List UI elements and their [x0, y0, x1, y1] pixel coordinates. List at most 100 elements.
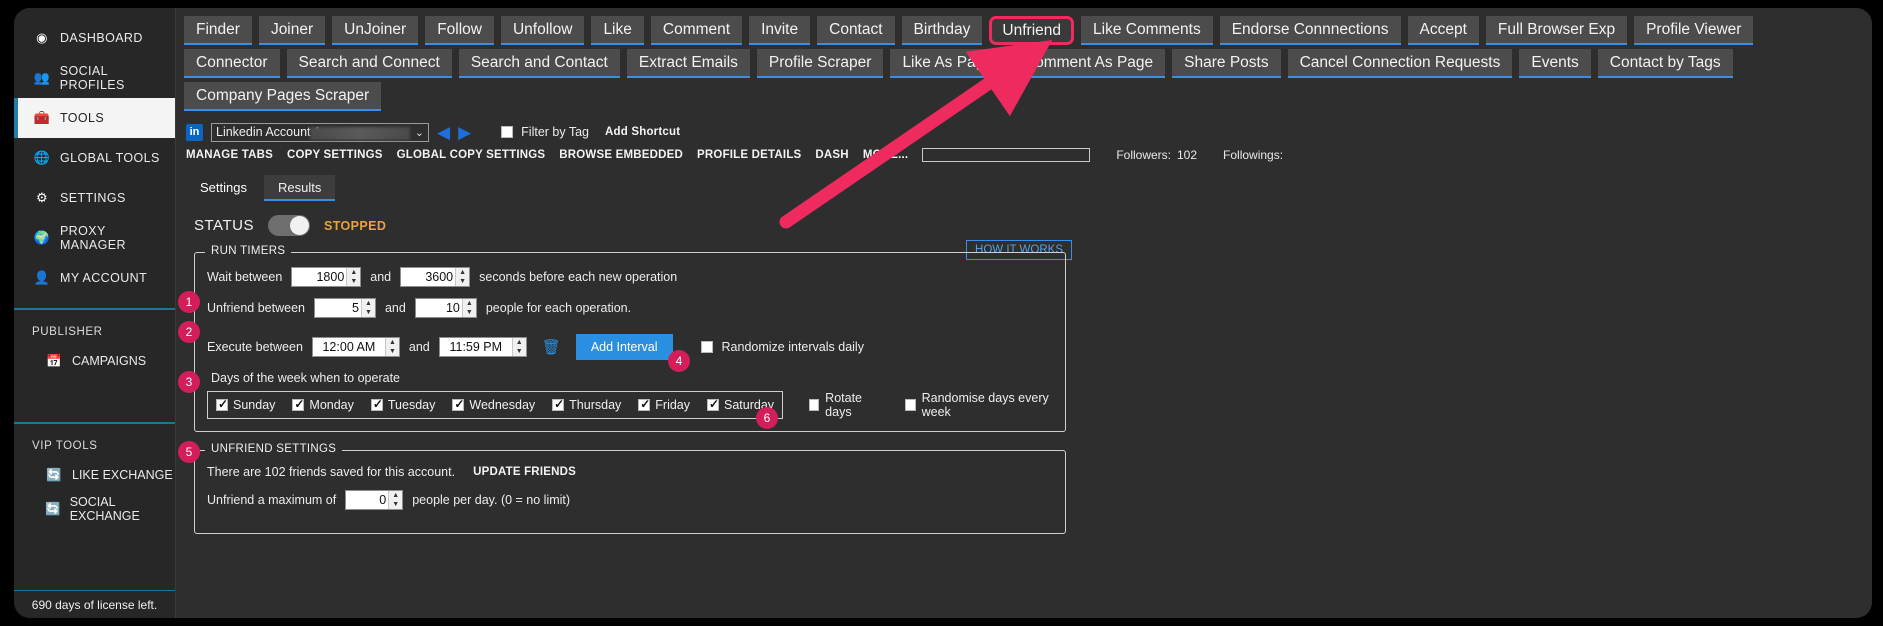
day-option-wednesday[interactable]: Wednesday: [452, 397, 535, 412]
add-interval-button[interactable]: Add Interval: [575, 334, 673, 360]
unfriend-min-stepper[interactable]: ▲▼: [313, 298, 376, 318]
globe-icon: 🌍: [33, 230, 51, 245]
day-option-sunday[interactable]: Sunday: [216, 397, 275, 412]
toolbar-link-manage-tabs[interactable]: MANAGE TABS: [186, 149, 273, 161]
unfriend-max-input[interactable]: [415, 299, 462, 317]
status-toggle[interactable]: [267, 215, 310, 236]
stepper-buttons[interactable]: ▲ ▼: [461, 299, 476, 317]
randomize-intervals-checkbox[interactable]: [700, 341, 713, 353]
max-unfriend-stepper[interactable]: ▲▼: [345, 490, 404, 510]
tool-tab-unfollow[interactable]: Unfollow: [500, 16, 585, 45]
tool-tab-unfriend[interactable]: Unfriend: [989, 16, 1075, 45]
tool-tab-endorse-connnections[interactable]: Endorse Connnections: [1219, 16, 1401, 45]
arrow-right-icon[interactable]: ▶: [458, 124, 471, 141]
update-friends-link[interactable]: UPDATE FRIENDS: [473, 466, 576, 478]
day-checkbox-saturday[interactable]: [707, 397, 719, 411]
day-option-tuesday[interactable]: Tuesday: [370, 397, 435, 412]
stepper-buttons[interactable]: ▲ ▼: [455, 268, 470, 286]
day-checkbox-friday[interactable]: [638, 397, 650, 411]
tab-settings[interactable]: Settings: [186, 175, 261, 201]
unfriend-max-stepper[interactable]: ▲▼: [414, 298, 477, 318]
sidebar-item-like-exchange[interactable]: 🔄 LIKE EXCHANGE: [14, 458, 175, 492]
rotate-days-option[interactable]: Rotate days: [809, 391, 879, 419]
execute-from-input[interactable]: [312, 338, 385, 356]
unfriend-min-input[interactable]: [314, 299, 361, 317]
account-select[interactable]: Linkedin Account 1 - ⌄: [211, 122, 429, 142]
wait-min-input[interactable]: [292, 268, 347, 286]
sidebar-item-my-account[interactable]: 👤 MY ACCOUNT: [14, 258, 175, 298]
tool-tab-like-as-page[interactable]: Like As Page: [890, 49, 1005, 78]
tool-tab-connector[interactable]: Connector: [184, 49, 280, 78]
toolbar-search-input[interactable]: [922, 148, 1091, 162]
day-checkbox-wednesday[interactable]: [452, 397, 464, 411]
tool-tab-joiner[interactable]: Joiner: [258, 16, 326, 45]
tool-tab-company-pages-scraper[interactable]: Company Pages Scraper: [184, 82, 382, 111]
tool-tab-invite[interactable]: Invite: [749, 16, 811, 45]
sidebar-item-global-tools[interactable]: 🌐 GLOBAL TOOLS: [14, 138, 175, 178]
toolbar-link-profile-details[interactable]: PROFILE DETAILS: [697, 149, 801, 161]
day-option-thursday[interactable]: Thursday: [552, 397, 621, 412]
sidebar-item-campaigns[interactable]: 📅 CAMPAIGNS: [14, 344, 175, 378]
tool-tab-profile-scraper[interactable]: Profile Scraper: [756, 49, 884, 78]
tool-tab-like-comments[interactable]: Like Comments: [1081, 16, 1213, 45]
tool-tab-search-and-connect[interactable]: Search and Connect: [286, 49, 452, 78]
day-checkbox-sunday[interactable]: [216, 397, 228, 411]
day-checkbox-thursday[interactable]: [552, 397, 564, 411]
sidebar-item-label: GLOBAL TOOLS: [60, 151, 160, 165]
sidebar-item-proxy-manager[interactable]: 🌍 PROXY MANAGER: [14, 218, 175, 258]
chevron-down-icon: ⌄: [414, 126, 424, 139]
max-unfriend-input[interactable]: [346, 491, 389, 509]
tool-tab-like[interactable]: Like: [591, 16, 644, 45]
gear-icon: ⚙: [35, 190, 49, 205]
execute-to-input[interactable]: [439, 338, 512, 356]
tool-tab-extract-emails[interactable]: Extract Emails: [626, 49, 750, 78]
tool-tab-contact-by-tags[interactable]: Contact by Tags: [1597, 49, 1733, 78]
tool-tab-comment-as-page[interactable]: Comment As Page: [1011, 49, 1166, 78]
filter-by-tag-checkbox[interactable]: [501, 126, 514, 138]
toolbar-link-dash[interactable]: DASH: [815, 149, 848, 161]
execute-from-stepper[interactable]: ▲▼: [311, 337, 400, 357]
sidebar-item-dashboard[interactable]: ◉ DASHBOARD: [14, 18, 175, 58]
tool-tab-cancel-connection-requests[interactable]: Cancel Connection Requests: [1287, 49, 1513, 78]
trash-icon[interactable]: 🗑: [542, 338, 561, 356]
day-option-monday[interactable]: Monday: [292, 397, 354, 412]
tool-tab-comment[interactable]: Comment: [650, 16, 743, 45]
tab-results[interactable]: Results: [263, 175, 336, 201]
add-shortcut-link[interactable]: Add Shortcut: [605, 126, 680, 138]
tool-tab-birthday[interactable]: Birthday: [901, 16, 983, 45]
tool-tab-search-and-contact[interactable]: Search and Contact: [458, 49, 620, 78]
wait-max-stepper[interactable]: ▲▼: [400, 267, 471, 287]
sidebar-item-tools[interactable]: 🧰 TOOLS: [14, 98, 175, 138]
tool-tab-accept[interactable]: Accept: [1407, 16, 1479, 45]
stepper-buttons[interactable]: ▲ ▼: [388, 491, 403, 509]
day-option-friday[interactable]: Friday: [638, 397, 690, 412]
randomise-week-option[interactable]: Randomise days every week: [905, 391, 1053, 419]
tool-tab-events[interactable]: Events: [1519, 49, 1591, 78]
tool-tab-finder[interactable]: Finder: [184, 16, 252, 45]
toolbar-link-more-[interactable]: MORE...: [863, 149, 909, 161]
tool-tab-share-posts[interactable]: Share Posts: [1172, 49, 1281, 78]
stepper-buttons[interactable]: ▲ ▼: [511, 338, 526, 356]
wait-max-input[interactable]: [401, 268, 456, 286]
toolbar-link-global-copy-settings[interactable]: GLOBAL COPY SETTINGS: [397, 149, 546, 161]
toolbar-link-copy-settings[interactable]: COPY SETTINGS: [287, 149, 383, 161]
tool-tab-unjoiner[interactable]: UnJoiner: [332, 16, 419, 45]
day-checkbox-tuesday[interactable]: [370, 397, 383, 411]
execute-to-stepper[interactable]: ▲▼: [438, 337, 527, 357]
tool-tab-full-browser-exp[interactable]: Full Browser Exp: [1485, 16, 1628, 45]
stepper-buttons[interactable]: ▲ ▼: [384, 338, 399, 356]
rotate-days-checkbox[interactable]: [809, 399, 820, 411]
tool-tab-contact[interactable]: Contact: [817, 16, 895, 45]
stepper-buttons[interactable]: ▲ ▼: [346, 268, 361, 286]
day-checkbox-monday[interactable]: [292, 397, 304, 411]
sidebar-item-social-exchange[interactable]: 🔄 SOCIAL EXCHANGE: [14, 492, 175, 526]
arrow-left-icon[interactable]: ◀: [437, 124, 450, 141]
wait-min-stepper[interactable]: ▲▼: [291, 267, 362, 287]
tool-tab-profile-viewer[interactable]: Profile Viewer: [1634, 16, 1754, 45]
stepper-buttons[interactable]: ▲ ▼: [360, 299, 375, 317]
sidebar-item-social-profiles[interactable]: 👥 SOCIAL PROFILES: [14, 58, 175, 98]
tool-tab-follow[interactable]: Follow: [425, 16, 494, 45]
sidebar-item-settings[interactable]: ⚙ SETTINGS: [14, 178, 175, 218]
toolbar-link-browse-embedded[interactable]: BROWSE EMBEDDED: [559, 149, 683, 161]
randomise-week-checkbox[interactable]: [905, 399, 916, 411]
